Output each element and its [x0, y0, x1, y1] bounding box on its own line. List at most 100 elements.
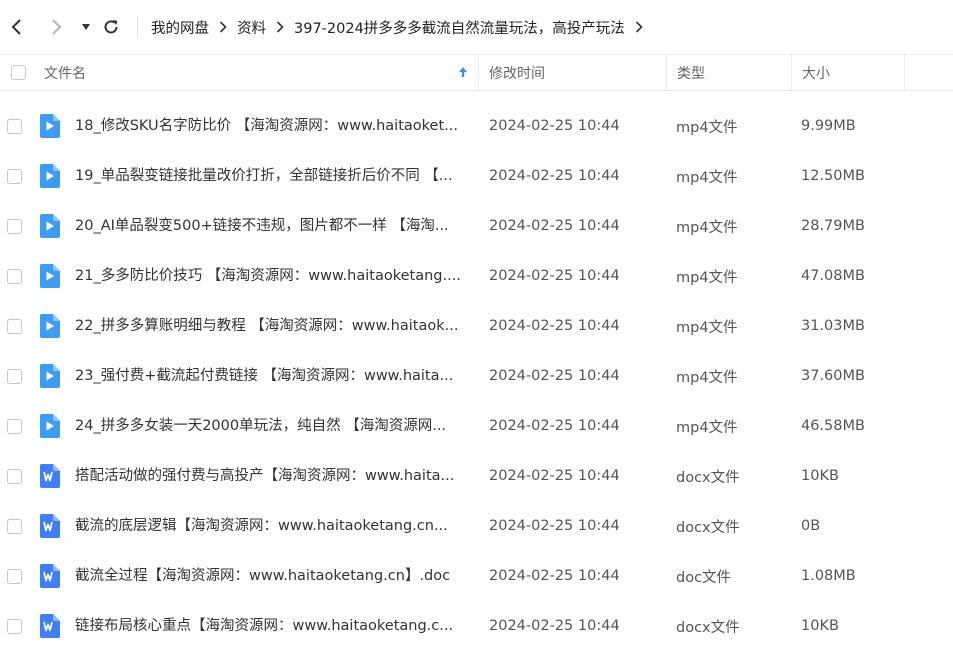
breadcrumb-item-current-folder[interactable]: 397-2024拼多多多截流自然流量玩法，高投产玩法	[294, 17, 625, 38]
row-checkbox[interactable]	[7, 368, 22, 384]
column-header-modified-label: 修改时间	[489, 65, 545, 82]
history-dropdown-button[interactable]	[73, 14, 99, 40]
row-checkbox[interactable]	[7, 218, 22, 234]
file-row[interactable]: 20_AI单品裂变500+链接不违规，图片都不一样 【海淘... 2024-02-…	[0, 201, 953, 251]
file-name-cell[interactable]: 18_修改SKU名字防比价 【海淘资源网：www.haitaoket...	[75, 101, 465, 151]
file-modified-time: 2024-02-25 10:44	[489, 368, 620, 384]
file-name[interactable]: 24_拼多多女装一天2000单玩法，纯自然 【海淘资源网...	[75, 401, 465, 451]
file-name[interactable]: 19_单品裂变链接批量改价打折，全部链接折后价不同 【...	[75, 151, 465, 201]
column-divider[interactable]	[478, 55, 479, 90]
file-type: docx文件	[676, 619, 740, 636]
forward-button[interactable]	[43, 14, 69, 40]
file-row[interactable]: 18_修改SKU名字防比价 【海淘资源网：www.haitaoket... 202…	[0, 101, 953, 151]
row-checkbox-cell	[7, 401, 22, 451]
column-header-modified[interactable]: 修改时间	[489, 55, 545, 90]
file-name-cell[interactable]: 20_AI单品裂变500+链接不违规，图片都不一样 【海淘...	[75, 201, 465, 251]
row-checkbox[interactable]	[7, 318, 22, 334]
file-size: 47.08MB	[801, 268, 865, 284]
row-checkbox-cell	[7, 101, 22, 151]
file-name-cell[interactable]: 截流的底层逻辑【海淘资源网：www.haitaoketang.cn...	[75, 501, 465, 551]
file-modified-time: 2024-02-25 10:44	[489, 518, 620, 534]
file-name-cell[interactable]: 22_拼多多算账明细与教程 【海淘资源网：www.haitaok...	[75, 301, 465, 351]
row-checkbox[interactable]	[7, 168, 22, 184]
file-name-cell[interactable]: 24_拼多多女装一天2000单玩法，纯自然 【海淘资源网...	[75, 401, 465, 451]
row-checkbox[interactable]	[7, 618, 22, 634]
file-name[interactable]: 截流的底层逻辑【海淘资源网：www.haitaoketang.cn...	[75, 501, 465, 551]
file-size: 37.60MB	[801, 368, 865, 384]
row-checkbox[interactable]	[7, 568, 22, 584]
file-modified-time: 2024-02-25 10:44	[489, 418, 620, 434]
row-checkbox[interactable]	[7, 518, 22, 534]
file-name[interactable]: 22_拼多多算账明细与教程 【海淘资源网：www.haitaok...	[75, 301, 465, 351]
column-divider[interactable]	[791, 55, 792, 90]
file-row[interactable]: 链接布局核心重点【海淘资源网：www.haitaoketang.c... 2024…	[0, 601, 953, 651]
file-type: mp4文件	[676, 219, 738, 236]
select-all-checkbox[interactable]	[11, 65, 26, 80]
chevron-right-icon[interactable]	[635, 21, 643, 33]
file-type: mp4文件	[676, 269, 738, 286]
file-row[interactable]: 22_拼多多算账明细与教程 【海淘资源网：www.haitaok... 2024-…	[0, 301, 953, 351]
word-file-icon	[38, 614, 60, 638]
file-name-cell[interactable]: 搭配活动做的强付费与高投产【海淘资源网：www.haita...	[75, 451, 465, 501]
file-row[interactable]: 21_多多防比价技巧 【海淘资源网：www.haitaoketang.... 20…	[0, 251, 953, 301]
chevron-right-icon	[52, 19, 62, 35]
file-type-icon-cell	[38, 601, 60, 651]
navigation-bar: 我的网盘 资料 397-2024拼多多多截流自然流量玩法，高投产玩法	[0, 0, 953, 54]
file-row[interactable]: 19_单品裂变链接批量改价打折，全部链接折后价不同 【... 2024-02-25…	[0, 151, 953, 201]
file-name-cell[interactable]: 链接布局核心重点【海淘资源网：www.haitaoketang.c...	[75, 601, 465, 651]
file-name-cell[interactable]: 截流全过程【海淘资源网：www.haitaoketang.cn】.doc	[75, 551, 465, 601]
file-type: doc文件	[676, 569, 732, 586]
file-type-icon-cell	[38, 201, 60, 251]
file-size: 46.58MB	[801, 418, 865, 434]
file-name-cell[interactable]: 21_多多防比价技巧 【海淘资源网：www.haitaoketang....	[75, 251, 465, 301]
file-row[interactable]: 搭配活动做的强付费与高投产【海淘资源网：www.haita... 2024-02-…	[0, 451, 953, 501]
row-checkbox[interactable]	[7, 418, 22, 434]
file-type: docx文件	[676, 469, 740, 486]
column-header-size[interactable]: 大小	[802, 55, 830, 90]
breadcrumb-item-materials[interactable]: 资料	[237, 17, 266, 38]
row-checkbox[interactable]	[7, 468, 22, 484]
column-divider[interactable]	[904, 55, 905, 90]
file-name[interactable]: 20_AI单品裂变500+链接不违规，图片都不一样 【海淘...	[75, 201, 465, 251]
file-size: 31.03MB	[801, 318, 865, 334]
file-name[interactable]: 18_修改SKU名字防比价 【海淘资源网：www.haitaoket...	[75, 101, 465, 151]
file-size: 28.79MB	[801, 218, 865, 234]
file-type: mp4文件	[676, 119, 738, 136]
chevron-right-icon	[276, 21, 284, 33]
column-header-type[interactable]: 类型	[677, 55, 705, 90]
row-checkbox-cell	[7, 351, 22, 401]
back-button[interactable]	[4, 14, 30, 40]
file-type: mp4文件	[676, 369, 738, 386]
file-name[interactable]: 截流全过程【海淘资源网：www.haitaoketang.cn】.doc	[75, 551, 465, 601]
file-name[interactable]: 搭配活动做的强付费与高投产【海淘资源网：www.haita...	[75, 451, 465, 501]
refresh-button[interactable]	[98, 14, 124, 40]
file-row[interactable]: 23_强付费+截流起付费链接 【海淘资源网：www.haita... 2024-0…	[0, 351, 953, 401]
file-modified-time: 2024-02-25 10:44	[489, 468, 620, 484]
file-type-icon-cell	[38, 451, 60, 501]
word-file-icon	[38, 464, 60, 488]
file-name-cell[interactable]: 23_强付费+截流起付费链接 【海淘资源网：www.haita...	[75, 351, 465, 401]
row-checkbox[interactable]	[7, 268, 22, 284]
sort-ascending-icon[interactable]	[458, 66, 468, 82]
row-checkbox[interactable]	[7, 118, 22, 134]
file-type-icon-cell	[38, 101, 60, 151]
file-size: 12.50MB	[801, 168, 865, 184]
breadcrumb-item-my-drive[interactable]: 我的网盘	[151, 17, 209, 38]
select-all-checkbox-cell	[11, 55, 26, 90]
file-name[interactable]: 21_多多防比价技巧 【海淘资源网：www.haitaoketang....	[75, 251, 465, 301]
file-name[interactable]: 23_强付费+截流起付费链接 【海淘资源网：www.haita...	[75, 351, 465, 401]
refresh-icon	[104, 20, 118, 34]
file-row[interactable]: 24_拼多多女装一天2000单玩法，纯自然 【海淘资源网... 2024-02-2…	[0, 401, 953, 451]
file-row[interactable]: 截流全过程【海淘资源网：www.haitaoketang.cn】.doc 2024…	[0, 551, 953, 601]
file-size: 0B	[801, 518, 821, 534]
file-modified-time: 2024-02-25 10:44	[489, 218, 620, 234]
file-name-cell[interactable]: 19_单品裂变链接批量改价打折，全部链接折后价不同 【...	[75, 151, 465, 201]
column-divider[interactable]	[666, 55, 667, 90]
file-modified-time: 2024-02-25 10:44	[489, 318, 620, 334]
video-file-icon	[38, 164, 60, 188]
file-row[interactable]: 截流的底层逻辑【海淘资源网：www.haitaoketang.cn... 2024…	[0, 501, 953, 551]
file-name[interactable]: 链接布局核心重点【海淘资源网：www.haitaoketang.c...	[75, 601, 465, 651]
row-checkbox-cell	[7, 301, 22, 351]
file-modified-time: 2024-02-25 10:44	[489, 118, 620, 134]
column-header-name[interactable]: 文件名	[44, 55, 474, 90]
